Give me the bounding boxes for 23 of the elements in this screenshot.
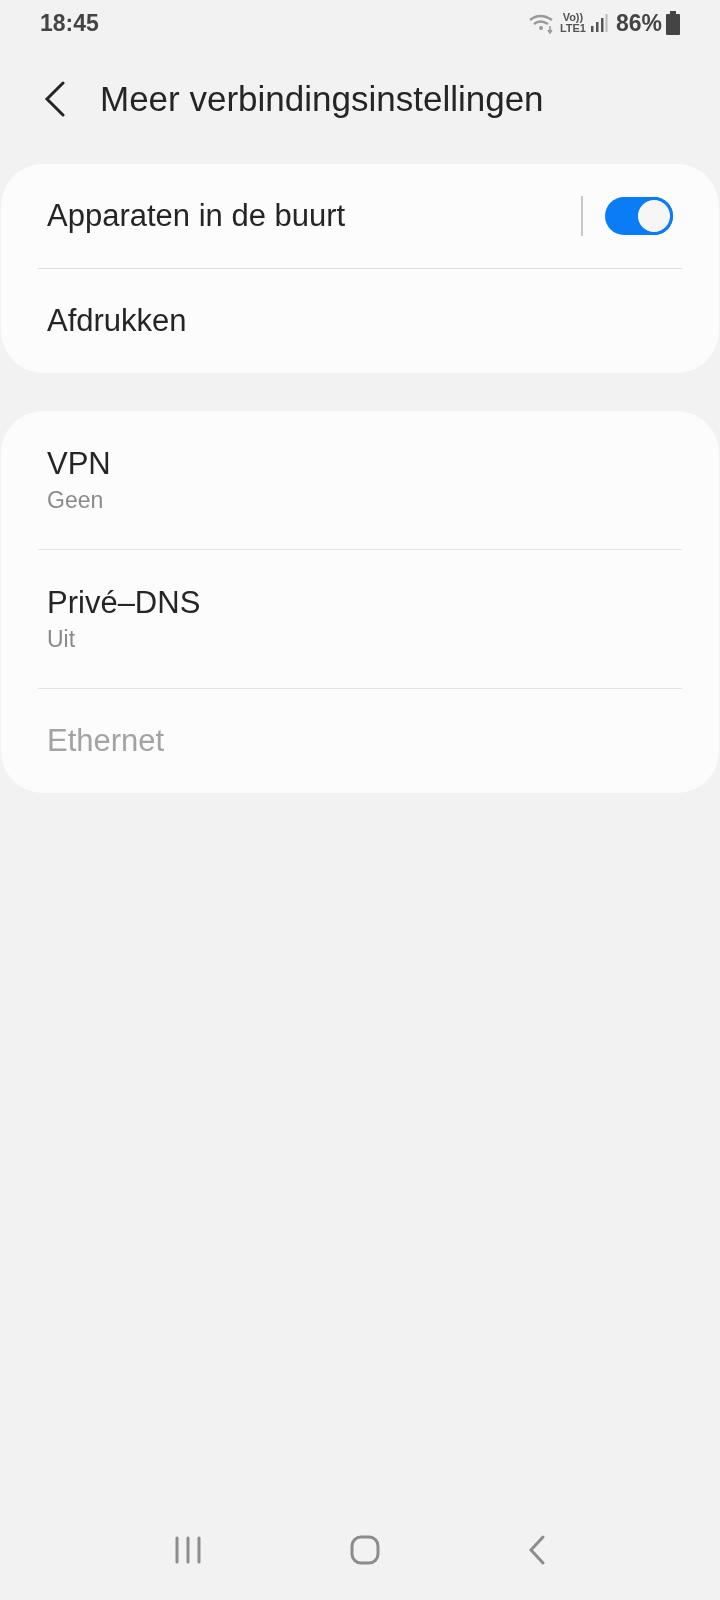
- status-time: 18:45: [40, 8, 100, 38]
- item-summary: Uit: [47, 625, 77, 654]
- network-label: LTE1: [559, 23, 586, 34]
- item-label: VPN: [47, 445, 112, 483]
- settings-item[interactable]: Afdrukken: [1, 269, 719, 373]
- battery-icon: [666, 11, 680, 35]
- home-icon[interactable]: [350, 1535, 380, 1565]
- item-label: Afdrukken: [47, 302, 188, 340]
- volte-label: Vo)): [562, 12, 584, 23]
- recent-apps-icon[interactable]: [174, 1536, 202, 1564]
- toggle-switch[interactable]: [605, 197, 673, 235]
- item-label: Ethernet: [47, 722, 166, 760]
- back-icon[interactable]: [44, 81, 66, 117]
- battery-percent: 86%: [615, 8, 662, 38]
- page-title: Meer verbindingsinstellingen: [100, 77, 544, 120]
- signal-icon: [589, 13, 608, 33]
- settings-item[interactable]: Privé–DNS Uit: [1, 550, 719, 688]
- item-summary: Geen: [47, 486, 105, 515]
- item-label: Apparaten in de buurt: [47, 197, 347, 235]
- settings-item[interactable]: VPN Geen: [1, 411, 719, 549]
- item-label: Privé–DNS: [47, 584, 202, 622]
- settings-item[interactable]: Apparaten in de buurt: [1, 164, 719, 268]
- wifi-icon: [527, 12, 556, 34]
